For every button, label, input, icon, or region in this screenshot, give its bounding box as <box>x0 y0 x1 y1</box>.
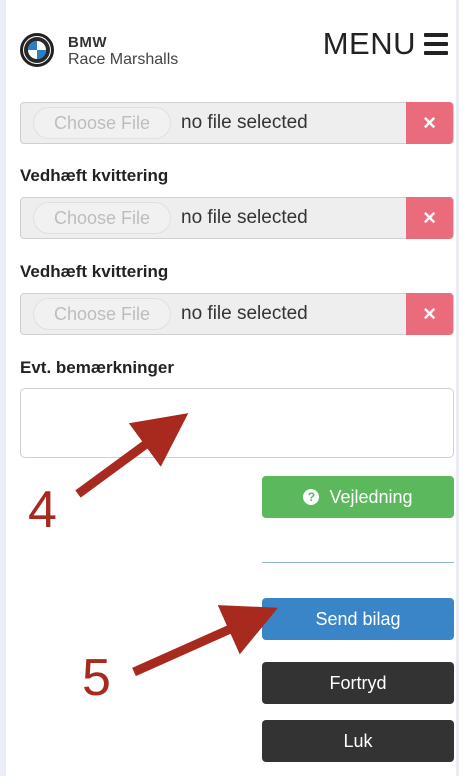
annotation-arrow-5 <box>132 605 279 677</box>
annotation-number-5: 5 <box>82 649 111 707</box>
annotation-arrows <box>75 413 279 677</box>
annotation-number-4: 4 <box>28 481 57 539</box>
annotation-arrow-4 <box>75 413 189 498</box>
